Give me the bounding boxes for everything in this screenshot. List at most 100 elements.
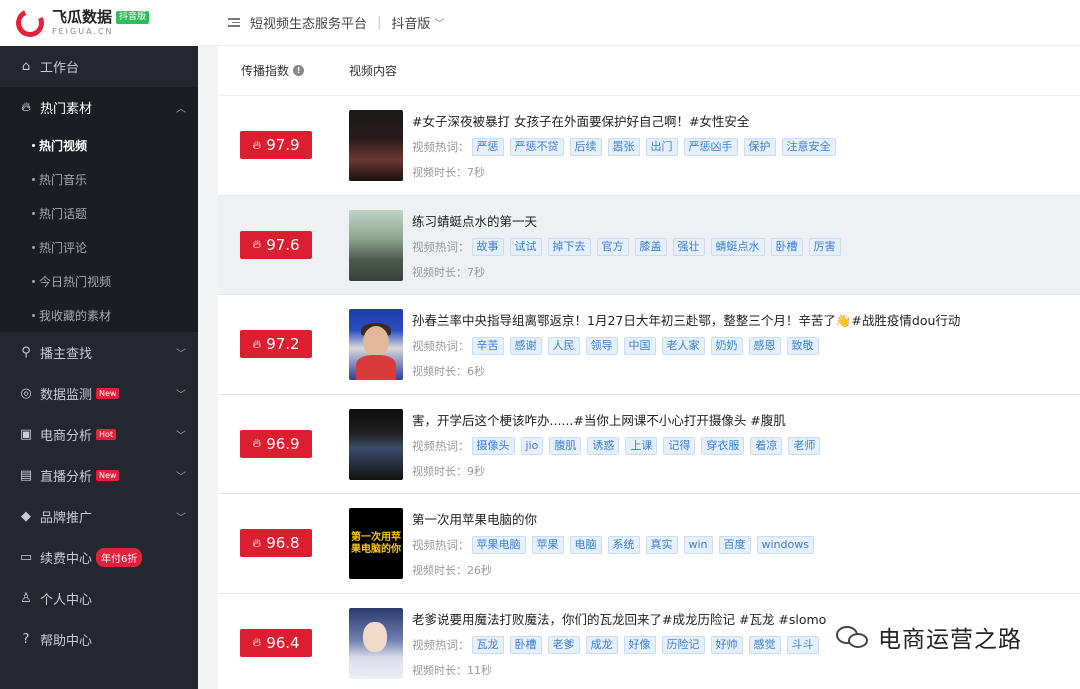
keyword-tag[interactable]: 历险记: [661, 635, 705, 654]
score-value: 97.6: [266, 235, 300, 254]
score-badge[interactable]: 🔥︎ 96.8: [240, 529, 312, 558]
sidebar-item-data-monitor[interactable]: ◎ 数据监测 New ﹀: [0, 373, 198, 414]
sidebar-item-hot-material[interactable]: 🔥︎ 热门素材 ︿: [0, 87, 198, 128]
logo[interactable]: 飞瓜数据 抖音版 FEIGUA.CN: [0, 0, 198, 46]
sidebar-subitem-favorites[interactable]: 我收藏的素材: [0, 298, 198, 332]
score-badge[interactable]: 🔥︎ 96.4: [240, 628, 312, 657]
info-icon[interactable]: !: [293, 65, 305, 76]
sidebar-item-ecommerce[interactable]: ▣ 电商分析 Hot ﹀: [0, 414, 198, 455]
keyword-tag[interactable]: 好像: [623, 635, 656, 654]
keyword-tag[interactable]: 厉害: [808, 237, 841, 256]
keyword-tag[interactable]: 着凉: [750, 436, 783, 455]
brand-badge: 抖音版: [116, 11, 150, 24]
table-row[interactable]: 🔥︎ 96.8 第一次用苹果电脑的你 第一次用苹果电脑的你 视频热词： 苹果电脑 苹果…: [218, 494, 1080, 594]
keyword-tag[interactable]: 上课: [625, 436, 658, 455]
keyword-tag[interactable]: 感恩: [748, 337, 781, 355]
keyword-tag[interactable]: win: [683, 536, 713, 554]
keyword-tag[interactable]: 掉下去: [547, 237, 591, 256]
column-header-score[interactable]: 传播指数 !: [218, 62, 349, 79]
keyword-tag[interactable]: 辛苦: [471, 337, 504, 355]
keyword-tag[interactable]: 诱惑: [587, 436, 620, 455]
keyword-tag[interactable]: jio: [520, 436, 544, 455]
video-title[interactable]: 第一次用苹果电脑的你: [412, 509, 1080, 527]
score-badge[interactable]: 🔥︎ 97.6: [240, 230, 312, 259]
sidebar-item-workbench[interactable]: ⌂ 工作台: [0, 46, 198, 87]
sidebar-subitem-hot-music[interactable]: 热门音乐: [0, 162, 198, 196]
keyword-tag[interactable]: 试试: [509, 237, 542, 256]
keyword-tag[interactable]: 穿衣服: [701, 436, 745, 455]
keyword-tag[interactable]: 注意安全: [781, 138, 836, 156]
keyword-tag[interactable]: 严惩凶手: [683, 138, 738, 156]
score-badge[interactable]: 🔥︎ 96.9: [240, 429, 312, 458]
keyword-tag[interactable]: 强壮: [672, 237, 705, 256]
keyword-tag[interactable]: 摄像头: [471, 436, 515, 455]
keyword-tag[interactable]: 百度: [718, 536, 751, 554]
video-thumbnail[interactable]: 第一次用苹果电脑的你: [349, 508, 403, 579]
score-cell: 🔥︎ 96.8: [218, 494, 349, 593]
keyword-tag[interactable]: 卧槽: [770, 237, 803, 256]
keyword-tag[interactable]: 苹果电脑: [471, 536, 526, 554]
video-title[interactable]: 害，开学后这个梗该咋办......#当你上网课不小心打开摄像头 #腹肌: [412, 410, 1080, 428]
keyword-tag[interactable]: 致敬: [786, 337, 819, 355]
sidebar-item-profile[interactable]: ♙ 个人中心: [0, 578, 198, 619]
keyword-tag[interactable]: 老爹: [547, 635, 580, 654]
table-row[interactable]: 🔥︎ 97.6 练习蜻蜓点水的第一天 视频热词： 故事 试试 掉下去 官方 膝盖 强壮 蜻蜓点…: [218, 195, 1080, 295]
keyword-tag[interactable]: 出门: [645, 138, 678, 156]
keyword-tag[interactable]: 电脑: [569, 536, 602, 554]
video-title[interactable]: #女子深夜被暴打 女孩子在外面要保护好自己啊！#女性安全: [412, 111, 1080, 129]
version-select[interactable]: 抖音版 ﹀: [391, 13, 444, 32]
table-row[interactable]: 🔥︎ 97.2 孙春兰率中央指导组离鄂返京！1月27日大年初三赴鄂，整整三个月！辛…: [218, 295, 1080, 395]
table-row[interactable]: 🔥︎ 96.9 害，开学后这个梗该咋办......#当你上网课不小心打开摄像头 #…: [218, 395, 1080, 494]
sidebar-subitem-today-hot[interactable]: 今日热门视频: [0, 264, 198, 298]
keyword-tag[interactable]: 苹果: [531, 536, 564, 554]
keyword-tag[interactable]: 瓦龙: [471, 635, 504, 654]
video-thumbnail[interactable]: [349, 607, 403, 679]
score-badge[interactable]: 🔥︎ 97.2: [240, 330, 312, 359]
keyword-tag[interactable]: 官方: [596, 237, 629, 256]
keyword-tag[interactable]: 好帅: [710, 635, 743, 654]
keyword-tag[interactable]: 中国: [623, 337, 656, 355]
video-thumbnail[interactable]: [349, 408, 403, 480]
keyword-tag[interactable]: 后续: [569, 138, 602, 156]
video-thumbnail[interactable]: [349, 309, 403, 380]
score-badge[interactable]: 🔥︎ 97.9: [240, 131, 312, 160]
keyword-tag[interactable]: 感觉: [748, 635, 781, 654]
sidebar-item-renewal[interactable]: ▭ 续费中心 年付6折: [0, 537, 198, 578]
keyword-tag[interactable]: 严惩: [471, 138, 504, 156]
keyword-tag[interactable]: 嚣张: [607, 138, 640, 156]
keyword-tag[interactable]: 奶奶: [710, 337, 743, 355]
keyword-tag[interactable]: 斗斗: [786, 635, 819, 654]
video-title[interactable]: 孙春兰率中央指导组离鄂返京！1月27日大年初三赴鄂，整整三个月！辛苦了👋#战胜疫…: [412, 310, 1080, 328]
keyword-tag[interactable]: 老师: [788, 436, 821, 455]
sidebar-subitem-label: 热门话题: [39, 206, 88, 221]
menu-collapse-icon[interactable]: [228, 18, 240, 27]
sidebar-subitem-hot-comments[interactable]: 热门评论: [0, 230, 198, 264]
table-row[interactable]: 🔥︎ 97.9 #女子深夜被暴打 女孩子在外面要保护好自己啊！#女性安全 视频热词…: [218, 96, 1080, 196]
keyword-tag[interactable]: 故事: [471, 237, 504, 256]
sidebar-item-help[interactable]: ? 帮助中心: [0, 619, 198, 660]
video-title[interactable]: 练习蜻蜓点水的第一天: [412, 211, 1080, 229]
keyword-tag[interactable]: 膝盖: [634, 237, 667, 256]
keyword-tag[interactable]: 保护: [743, 138, 776, 156]
video-thumbnail[interactable]: [349, 209, 403, 281]
video-thumbnail[interactable]: [349, 110, 403, 181]
sidebar-item-brand[interactable]: ◆ 品牌推广 ﹀: [0, 496, 198, 537]
sidebar-subitem-hot-videos[interactable]: 热门视频: [0, 128, 198, 162]
keyword-tag[interactable]: 真实: [645, 536, 678, 554]
keyword-tag[interactable]: 蜻蜓点水: [710, 237, 765, 256]
keyword-tag[interactable]: 成龙: [585, 635, 618, 654]
keyword-tag[interactable]: 老人家: [661, 337, 705, 355]
keyword-tag[interactable]: 系统: [607, 536, 640, 554]
keyword-tag[interactable]: 严惩不贷: [509, 138, 564, 156]
topbar: 短视频生态服务平台 | 抖音版 ﹀: [198, 0, 1080, 46]
sidebar-item-streamer-search[interactable]: ⚲ 播主查找 ﹀: [0, 332, 198, 373]
keyword-tag[interactable]: 人民: [547, 337, 580, 355]
keyword-tag[interactable]: 卧槽: [509, 635, 542, 654]
keyword-tag[interactable]: windows: [756, 536, 814, 554]
keyword-tag[interactable]: 记得: [663, 436, 696, 455]
sidebar-subitem-hot-topics[interactable]: 热门话题: [0, 196, 198, 230]
keyword-tag[interactable]: 领导: [585, 337, 618, 355]
keyword-tag[interactable]: 腹肌: [549, 436, 582, 455]
sidebar-item-live[interactable]: ▤ 直播分析 New ﹀: [0, 455, 198, 496]
keyword-tag[interactable]: 感谢: [509, 337, 542, 355]
